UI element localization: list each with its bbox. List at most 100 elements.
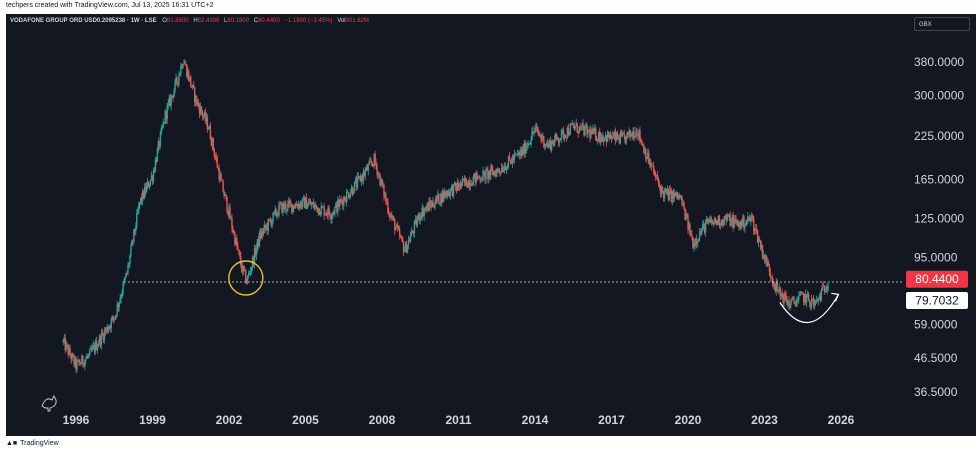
candle-body: [559, 138, 562, 141]
candle-body: [767, 262, 770, 266]
candle-body: [401, 237, 404, 243]
candle-body: [121, 293, 123, 297]
candle-body: [808, 300, 811, 303]
candle-body: [209, 125, 212, 140]
candle-body: [817, 297, 820, 301]
candle-body: [138, 204, 140, 212]
candle-body: [478, 176, 480, 178]
candle-body: [103, 330, 106, 341]
candle-body: [395, 227, 397, 231]
candle-body: [345, 191, 348, 203]
candle-body: [567, 127, 570, 136]
candle-body: [698, 239, 700, 242]
candle-body: [381, 178, 383, 186]
candle-body: [506, 164, 509, 169]
currency-selector[interactable]: GBX: [914, 17, 970, 31]
candle-body: [733, 218, 735, 228]
candle-body: [356, 176, 359, 188]
candle-body: [206, 117, 209, 130]
candle-body: [710, 218, 713, 223]
candle-body: [328, 207, 330, 214]
candle-body: [479, 177, 481, 181]
candle-body: [691, 234, 693, 238]
candle-body: [416, 219, 419, 226]
candle-body: [718, 215, 721, 226]
chart-pane[interactable]: 380.0000 300.0000 225.0000 165.0000 125.0000…: [6, 14, 976, 436]
candle-body: [173, 90, 175, 98]
candle-body: [267, 219, 269, 231]
candle-body: [580, 126, 582, 127]
candle-body: [232, 228, 234, 233]
candle-body: [126, 272, 128, 274]
candle-body: [702, 224, 704, 231]
symbol-legend: VODAFONE GROUP ORD USD0.2095238 · 1W · L…: [10, 18, 372, 24]
candle-body: [661, 186, 664, 193]
candle-body: [527, 143, 529, 147]
candle-body: [262, 229, 265, 235]
candle-body: [269, 219, 271, 221]
candle-body: [215, 156, 217, 159]
candle-body: [145, 185, 148, 193]
candle-body: [294, 207, 296, 209]
candle-body: [278, 204, 280, 216]
candle-body: [110, 319, 113, 329]
candle-body: [491, 167, 493, 170]
candle-body: [239, 251, 241, 256]
candle-body: [676, 191, 678, 197]
candle-body: [221, 179, 223, 182]
candle-body: [214, 155, 216, 157]
candle-body: [87, 356, 89, 358]
candle-body: [793, 297, 795, 302]
candle-body: [402, 242, 405, 252]
candle-body: [653, 171, 656, 176]
candle-body: [236, 238, 238, 247]
y-axis-tick-label: 380.0000: [914, 55, 964, 69]
candle-body: [396, 224, 399, 229]
candle-body: [538, 132, 540, 136]
candle-body: [96, 346, 99, 350]
candle-body: [689, 223, 691, 236]
candle-body: [789, 305, 791, 308]
candle-body: [750, 218, 752, 221]
candle-body: [704, 222, 707, 233]
candle-body: [84, 360, 86, 367]
change-value: −1.1800 (−1.45%): [284, 18, 333, 24]
candle-body: [597, 138, 599, 141]
candle-body: [582, 123, 584, 128]
candle-body: [149, 179, 152, 185]
candle-body: [216, 158, 218, 168]
candle-body: [748, 216, 750, 219]
top-bar: techpers created with TradingView.com, J…: [0, 0, 980, 14]
candle-body: [287, 203, 289, 210]
candle-body: [255, 247, 258, 256]
candle-body: [472, 176, 474, 186]
candle-body: [745, 222, 747, 226]
candle-body: [758, 238, 761, 242]
candle-body: [250, 267, 253, 272]
candle-body: [66, 343, 68, 346]
credit-text: techpers created with TradingView.com, J…: [6, 2, 214, 9]
candle-body: [595, 128, 597, 140]
candle-body: [686, 214, 688, 216]
candle-body: [498, 171, 501, 172]
candle-body: [161, 126, 164, 129]
candle-body: [641, 140, 643, 146]
candle-body: [656, 175, 659, 180]
candle-body: [679, 194, 681, 198]
y-axis-tick-label: 36.5000: [914, 385, 958, 399]
price-chart[interactable]: 380.0000 300.0000 225.0000 165.0000 125.0000…: [6, 14, 976, 436]
high-label: H: [193, 18, 198, 24]
candle-body: [349, 192, 352, 197]
candle-body: [494, 171, 496, 173]
low-value: 80.1800: [227, 18, 250, 24]
symbol-name: VODAFONE GROUP ORD USD0.2095238 · 1W · L…: [10, 18, 157, 24]
candle-body: [564, 134, 567, 138]
candle-body: [603, 138, 606, 142]
candle-body: [525, 147, 527, 154]
brand-name: TradingView: [20, 440, 59, 447]
candle-body: [229, 207, 231, 219]
candle-body: [533, 131, 535, 134]
candle-body: [174, 81, 176, 91]
candle-body: [449, 188, 452, 196]
candle-body: [578, 126, 580, 134]
